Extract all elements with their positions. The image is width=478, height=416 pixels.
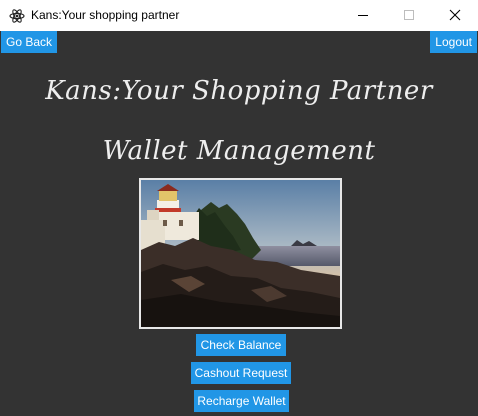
app-title: Kans:Your Shopping Partner (45, 76, 433, 106)
atom-icon (9, 9, 25, 23)
cashout-request-button[interactable]: Cashout Request (191, 362, 291, 384)
maximize-button[interactable] (386, 0, 432, 31)
go-back-button[interactable]: Go Back (1, 31, 58, 53)
window-title: Kans:Your shopping partner (31, 8, 180, 22)
maximize-icon (404, 10, 414, 20)
minimize-button[interactable] (340, 0, 386, 31)
lighthouse-scene (141, 180, 340, 327)
page-title: Wallet Management (102, 136, 376, 166)
check-balance-button[interactable]: Check Balance (196, 334, 286, 356)
window-titlebar: Kans:Your shopping partner (0, 0, 478, 32)
minimize-icon (358, 15, 368, 16)
recharge-wallet-button[interactable]: Recharge Wallet (194, 390, 289, 412)
close-button[interactable] (432, 0, 478, 31)
logout-button[interactable]: Logout (430, 31, 477, 53)
lighthouse-image (139, 178, 342, 329)
main-content: Go Back Logout Kans:Your Shopping Partne… (0, 31, 478, 416)
close-icon (449, 9, 461, 21)
